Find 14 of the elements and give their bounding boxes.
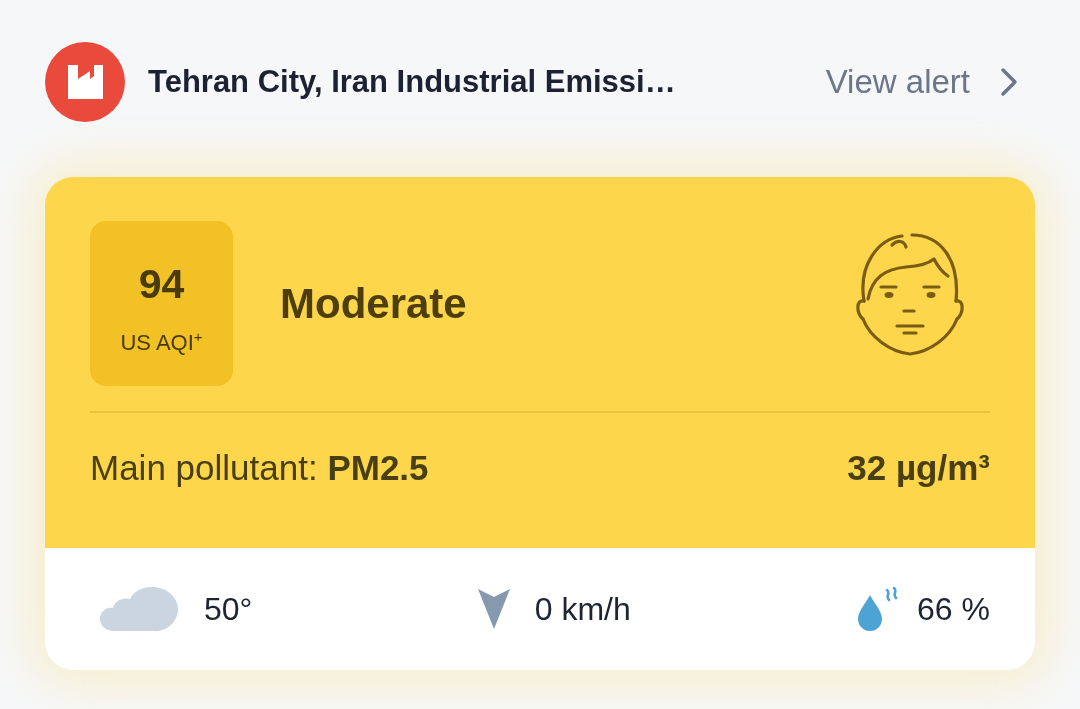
alert-title: Tehran City, Iran Industrial Emissi… [148,64,677,100]
wind-speed-text: 0 km/h [534,590,631,628]
view-alert-link[interactable]: View alert [825,63,1018,101]
cloud-icon [100,587,178,631]
humidity-text: 66 % [917,590,990,628]
aqi-unit: US AQI$^{+}$ [120,329,203,357]
temperature-text: 50° [204,590,253,628]
arrow-icon [477,589,510,629]
factory-icon [45,42,125,122]
aqi-category: Moderate [280,279,467,328]
main-pollutant-text: Main pollutant: PM2.5 [90,447,429,489]
aqi-value: 94 [138,260,185,309]
pollutant-concentration: 32 µg/m³ [847,447,990,489]
chevron-icon [1000,67,1018,97]
